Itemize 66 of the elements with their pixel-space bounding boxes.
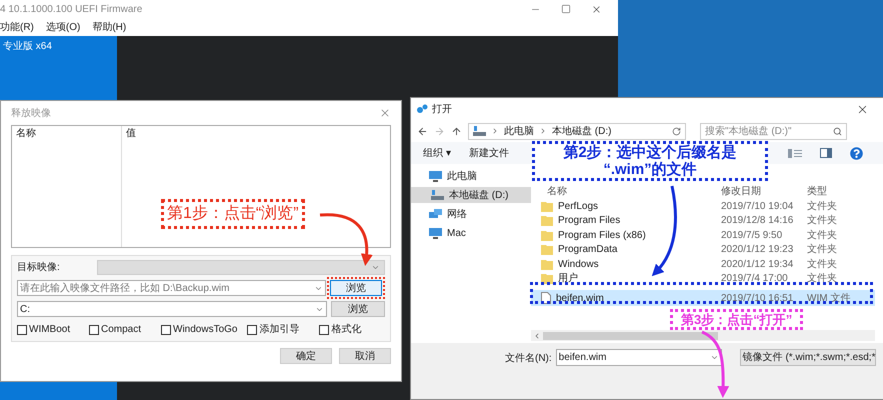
checkbox-label: 添加引导 [259,322,300,337]
menu-item[interactable]: 帮助(H) [92,20,126,35]
column-header: 值 [126,128,136,139]
file-row[interactable]: Program Files 2019/12/8 14:16 文件夹 [531,214,875,228]
file-type: 文件夹 [807,200,837,214]
file-type: 文件夹 [807,272,837,286]
nav-item[interactable]: 本地磁盘 (D:) [411,187,531,203]
nav-item[interactable]: 网络 [411,206,531,222]
field-label: 目标映像: [17,260,61,275]
window-title: 4 10.1.1000.100 UEFI Firmware [0,3,142,17]
column-header[interactable]: 名称 [531,184,721,198]
file-type: 文件夹 [807,258,837,272]
callout-label: 第2步：选中这个后缀名是 “.wim”的文件 [532,141,768,181]
ok-button[interactable]: 确定 [280,348,332,364]
browse-button[interactable]: 浏览 [330,280,382,296]
address-bar[interactable]: 此电脑 本地磁盘 (D:) [468,122,686,140]
modified-date: 2019/7/5 9:50 [721,228,784,243]
search-field[interactable]: 搜索"本地磁盘 (D:)" [700,122,847,140]
dialog-title: 打开 [432,102,452,116]
file-type: 文件夹 [807,214,837,228]
file-row[interactable]: Program Files (x86) 2019/7/5 9:50 文件夹 [531,228,875,242]
file-type: 文件夹 [807,242,837,258]
modified-date: 2019/7/10 16:51 [721,292,794,306]
checkbox-label: WindowsToGo [173,323,238,337]
menu-item[interactable]: 功能(R) [0,20,34,35]
breadcrumb-item[interactable]: 本地磁盘 (D:) [552,124,612,138]
browse-button[interactable]: 浏览 [331,301,385,317]
nav-item[interactable]: Mac [411,225,531,241]
menu-item[interactable]: 选项(O) [46,20,80,35]
path-field[interactable]: 请在此输入映像文件路径，比如 D:\Backup.wim [17,280,326,296]
file-name: Windows [558,258,599,272]
nav-item[interactable]: 此电脑 [411,168,531,184]
drive-field[interactable]: C: [17,301,327,317]
file-name: Program Files [558,214,620,228]
file-type: 文件夹 [807,228,837,243]
file-row[interactable]: Windows 2020/1/12 19:34 文件夹 [531,257,875,272]
checkbox-label: Compact [101,323,142,337]
callout-label: 第1步：点击“浏览” [161,199,305,229]
checkbox-label: 格式化 [331,322,362,337]
filename-field[interactable]: beifen.wim [556,349,722,366]
file-name: PerfLogs [558,200,598,214]
file-name: ProgramData [558,243,618,258]
modified-date: 2019/12/8 14:16 [721,214,794,228]
column-header[interactable]: 修改日期 [721,184,807,198]
column-header[interactable]: 类型 [807,184,827,198]
file-row[interactable]: ProgramData 2020/1/12 19:23 文件夹 [531,242,875,257]
callout-label: 第3步：点击“打开” [670,309,804,330]
file-name: beifen.wim [556,292,604,306]
modified-date: 2019/7/10 19:04 [721,200,794,214]
breadcrumb-item[interactable]: 此电脑 [504,124,534,138]
field-label: 文件名(N): [505,352,552,366]
column-header: 名称 [16,128,36,139]
toolbar-button[interactable]: 组织 ▾ [423,146,451,160]
dialog-title: 释放映像 [11,106,51,120]
modified-date: 2019/7/4 17:00 [721,272,789,286]
toolbar-button[interactable]: 新建文件 [468,146,509,160]
filetype-dropdown[interactable]: 镜像文件 (*.wim;*.swm;*.esd;* [740,349,876,366]
file-row[interactable]: 用户 2019/7/4 17:00 文件夹 [531,272,875,286]
file-name: Program Files (x86) [558,228,646,243]
file-row[interactable]: PerfLogs 2019/7/10 19:04 文件夹 [531,199,875,214]
file-name: 用户 [558,272,578,286]
checkbox-label: WIMBoot [29,323,70,337]
modified-date: 2020/1/12 19:34 [721,258,794,272]
edition-label: 专业版 x64 [3,41,52,52]
cancel-button[interactable]: 取消 [339,348,391,364]
modified-date: 2020/1/12 19:23 [721,243,794,258]
